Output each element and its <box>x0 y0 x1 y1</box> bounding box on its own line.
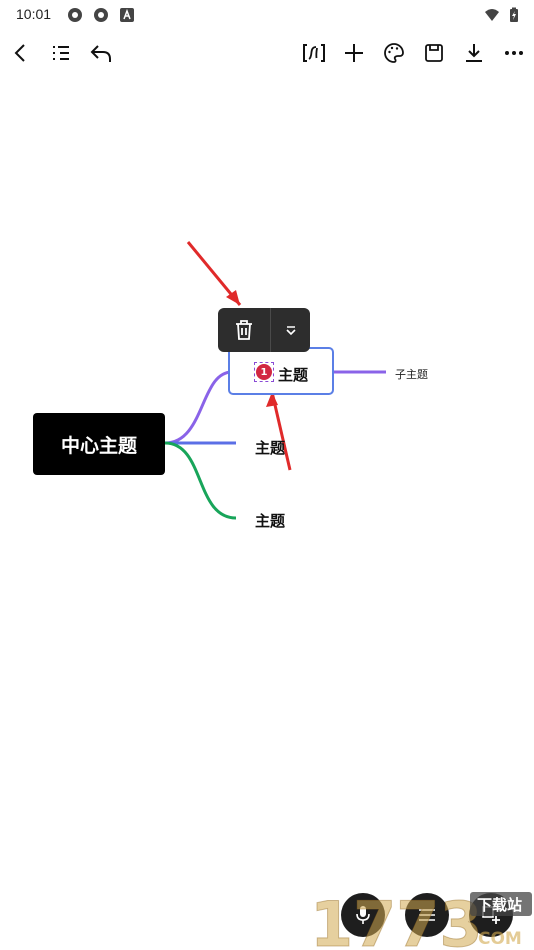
center-topic-node[interactable]: 中心主题 <box>33 413 165 475</box>
topic-label-3[interactable]: 主题 <box>255 510 285 531</box>
branch-line-1 <box>164 370 233 445</box>
topic-label-1[interactable]: 主题 <box>278 364 308 385</box>
mindmap-connectors <box>164 241 386 520</box>
watermark-domain: COM <box>478 929 522 949</box>
delete-icon <box>236 320 252 340</box>
priority-marker[interactable]: 1 <box>256 364 272 380</box>
watermark-logo: 1773 下载站 COM <box>310 888 532 950</box>
watermark-subtitle: 下载站 <box>477 896 522 914</box>
node-popup-menu <box>218 308 310 352</box>
expand-down-icon <box>285 326 296 336</box>
subtopic-label[interactable]: 子主题 <box>395 366 428 382</box>
delete-button[interactable] <box>218 308 270 352</box>
expand-button[interactable] <box>271 308 310 352</box>
watermark-number: 1773 <box>310 888 483 950</box>
branch-line-3 <box>164 441 237 520</box>
topic-label-2[interactable]: 主题 <box>255 437 285 458</box>
